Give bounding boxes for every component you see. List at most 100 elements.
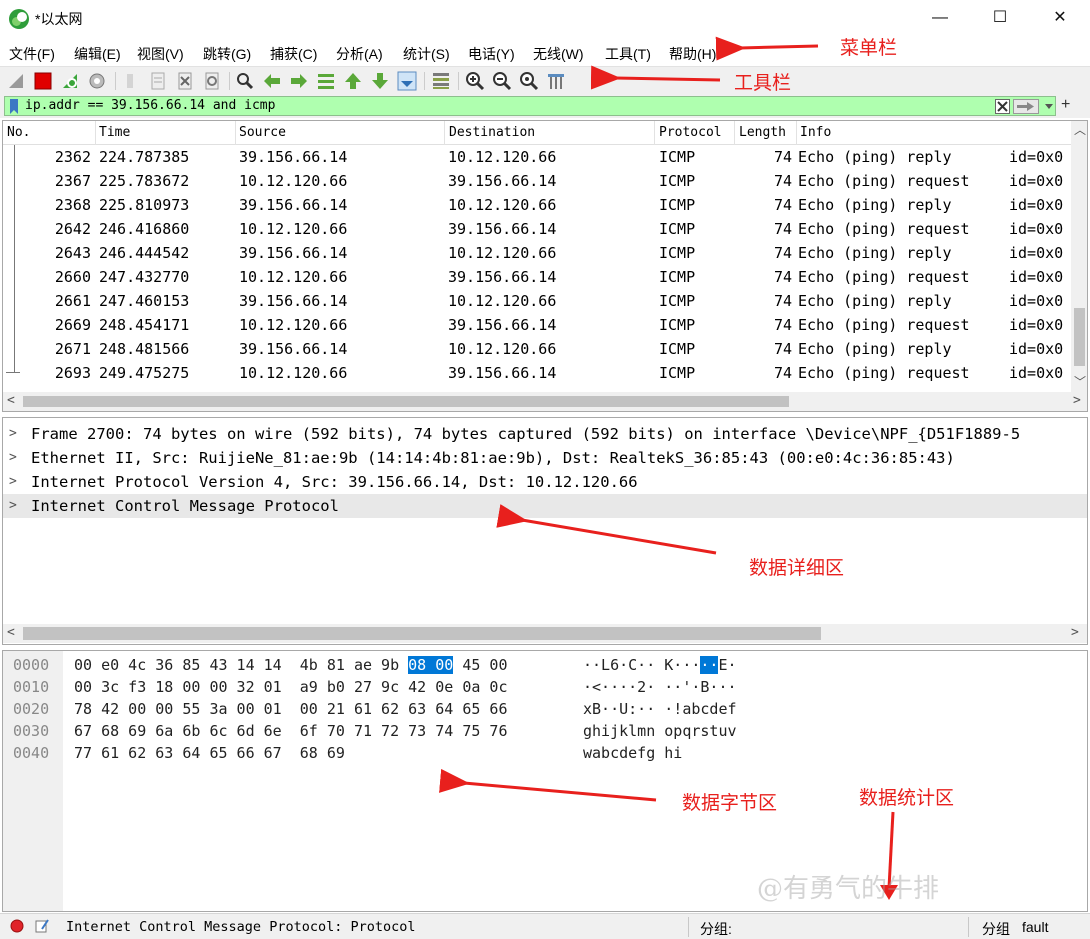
col-header-no[interactable]: No.: [7, 125, 30, 140]
table-row[interactable]: 2661 247.460153 39.156.66.14 10.12.120.66 IC…: [3, 289, 1071, 313]
col-header-protocol[interactable]: Protocol: [659, 125, 722, 140]
table-row[interactable]: 2367 225.783672 10.12.120.66 39.156.66.14 IC…: [3, 169, 1071, 193]
detail-row-frame[interactable]: > Frame 2700: 74 bytes on wire (592 bits…: [3, 422, 1087, 446]
ascii-bytes[interactable]: ··L6·C·· K···: [583, 656, 700, 674]
detail-row-ethernet[interactable]: > Ethernet II, Src: RuijieNe_81:ae:9b (1…: [3, 446, 1087, 470]
hex-bytes[interactable]: 77 61 62 63 64 65 66 67 68 69: [74, 744, 345, 762]
add-filter-button-icon[interactable]: +: [1061, 96, 1070, 114]
vscroll-thumb[interactable]: [1074, 308, 1085, 366]
details-hscrollbar[interactable]: < >: [3, 624, 1087, 643]
table-row[interactable]: 2643 246.444542 39.156.66.14 10.12.120.66 IC…: [3, 241, 1071, 265]
byte-ascii[interactable]: wabcdefg hi: [583, 744, 682, 762]
table-row[interactable]: 2693 249.475275 10.12.120.66 39.156.66.14 IC…: [3, 361, 1071, 385]
zoom-out-icon[interactable]: [492, 71, 512, 91]
stop-capture-icon[interactable]: [33, 71, 53, 91]
minimize-button[interactable]: —: [917, 4, 963, 32]
bookmark-icon[interactable]: [9, 99, 19, 114]
hex-bytes[interactable]: 78 42 00 00 55 3a 00 01 00 21 61 62 63 6…: [74, 700, 507, 718]
restart-capture-icon[interactable]: [60, 71, 80, 91]
byte-ascii[interactable]: xB··U:·· ·!abcdef: [583, 700, 737, 718]
table-row[interactable]: 2671 248.481566 39.156.66.14 10.12.120.66 IC…: [3, 337, 1071, 361]
menu-wireless[interactable]: 无线(W): [533, 44, 584, 64]
scroll-right-icon[interactable]: >: [1073, 393, 1081, 408]
reload-file-icon[interactable]: [202, 71, 222, 91]
packet-list-vscrollbar[interactable]: ︿ ﹀: [1071, 121, 1087, 392]
go-back-icon[interactable]: [262, 71, 282, 91]
hex-bytes[interactable]: 67 68 69 6a 6b 6c 6d 6e 6f 70 71 72 73 7…: [74, 722, 507, 740]
table-row[interactable]: 2362 224.787385 39.156.66.14 10.12.120.66 IC…: [3, 145, 1071, 169]
go-forward-icon[interactable]: [289, 71, 309, 91]
ascii-bytes[interactable]: xB··U:·· ·!abcdef: [583, 700, 737, 718]
close-file-icon[interactable]: [175, 71, 195, 91]
table-row[interactable]: 2669 248.454171 10.12.120.66 39.156.66.14 IC…: [3, 313, 1071, 337]
byte-ascii[interactable]: ghijklmn opqrstuv: [583, 722, 737, 740]
clear-filter-icon[interactable]: [995, 99, 1010, 114]
hex-bytes[interactable]: 00 e0 4c 36 85 43 14 14 4b 81 ae 9b: [74, 656, 408, 674]
display-filter-input[interactable]: ip.addr == 39.156.66.14 and icmp: [4, 96, 1056, 116]
scroll-right-icon[interactable]: >: [1071, 625, 1079, 640]
selected-hex-bytes[interactable]: 08 00: [408, 656, 454, 674]
byte-hex[interactable]: 67 68 69 6a 6b 6c 6d 6e 6f 70 71 72 73 7…: [74, 722, 507, 740]
expand-arrow-icon[interactable]: >: [9, 426, 17, 441]
hex-bytes[interactable]: 45 00: [453, 656, 507, 674]
col-header-destination[interactable]: Destination: [449, 125, 535, 140]
ascii-bytes[interactable]: ghijklmn opqrstuv: [583, 722, 737, 740]
profile-value[interactable]: fault: [1022, 919, 1048, 935]
go-first-icon[interactable]: [343, 71, 363, 91]
go-last-icon[interactable]: [370, 71, 390, 91]
capture-options-icon[interactable]: [87, 71, 107, 91]
expand-arrow-icon[interactable]: >: [9, 474, 17, 489]
scroll-down-icon[interactable]: ﹀: [1074, 373, 1086, 390]
open-file-icon[interactable]: [121, 71, 141, 91]
capture-comment-icon[interactable]: [34, 918, 50, 934]
menu-tools[interactable]: 工具(T): [605, 44, 651, 64]
detail-row-ipv4[interactable]: > Internet Protocol Version 4, Src: 39.1…: [3, 470, 1087, 494]
scroll-up-icon[interactable]: ︿: [1074, 121, 1086, 138]
selected-ascii-bytes[interactable]: ··: [700, 656, 719, 674]
ascii-bytes[interactable]: wabcdefg hi: [583, 744, 682, 762]
menu-file[interactable]: 文件(F): [9, 44, 55, 64]
expert-info-icon[interactable]: [10, 919, 24, 933]
menu-go[interactable]: 跳转(G): [203, 44, 251, 64]
col-header-time[interactable]: Time: [99, 125, 130, 140]
go-to-packet-icon[interactable]: [316, 71, 336, 91]
menu-telephony[interactable]: 电话(Y): [468, 44, 515, 64]
menu-edit[interactable]: 编辑(E): [74, 44, 121, 64]
expand-arrow-icon[interactable]: >: [9, 498, 17, 513]
find-packet-icon[interactable]: [235, 71, 255, 91]
colorize-icon[interactable]: [431, 71, 451, 91]
filter-history-dropdown-icon[interactable]: [1043, 100, 1055, 112]
menu-capture[interactable]: 捕获(C): [270, 44, 317, 64]
menu-statistics[interactable]: 统计(S): [403, 44, 450, 64]
shark-fin-start-icon[interactable]: [6, 71, 26, 91]
byte-hex[interactable]: 78 42 00 00 55 3a 00 01 00 21 61 62 63 6…: [74, 700, 507, 718]
zoom-in-icon[interactable]: [465, 71, 485, 91]
byte-hex[interactable]: 00 e0 4c 36 85 43 14 14 4b 81 ae 9b 08 0…: [74, 656, 507, 674]
auto-scroll-icon[interactable]: [397, 71, 417, 91]
hscroll-thumb[interactable]: [23, 396, 789, 407]
col-header-info[interactable]: Info: [800, 125, 831, 140]
scroll-left-icon[interactable]: <: [7, 393, 15, 408]
maximize-button[interactable]: ☐: [977, 4, 1023, 32]
ascii-bytes[interactable]: ·<····2· ··'·B···: [583, 678, 737, 696]
byte-ascii[interactable]: ·<····2· ··'·B···: [583, 678, 737, 696]
hscroll-thumb[interactable]: [23, 627, 821, 640]
normal-size-icon[interactable]: [519, 71, 539, 91]
col-header-source[interactable]: Source: [239, 125, 286, 140]
close-button[interactable]: ✕: [1037, 4, 1083, 32]
packet-list-hscrollbar[interactable]: < >: [3, 392, 1087, 411]
col-header-length[interactable]: Length: [739, 125, 786, 140]
menu-view[interactable]: 视图(V): [137, 44, 184, 64]
byte-ascii[interactable]: ··L6·C·· K·····E·: [583, 656, 737, 674]
detail-row-icmp[interactable]: > Internet Control Message Protocol: [3, 494, 1087, 518]
table-row[interactable]: 2660 247.432770 10.12.120.66 39.156.66.14 IC…: [3, 265, 1071, 289]
table-row[interactable]: 2368 225.810973 39.156.66.14 10.12.120.66 IC…: [3, 193, 1071, 217]
scroll-left-icon[interactable]: <: [7, 625, 15, 640]
byte-hex[interactable]: 77 61 62 63 64 65 66 67 68 69: [74, 744, 345, 762]
byte-hex[interactable]: 00 3c f3 18 00 00 32 01 a9 b0 27 9c 42 0…: [74, 678, 507, 696]
menu-help[interactable]: 帮助(H): [669, 44, 716, 64]
save-file-icon[interactable]: [148, 71, 168, 91]
apply-filter-icon[interactable]: [1013, 99, 1039, 114]
hex-bytes[interactable]: 00 3c f3 18 00 00 32 01 a9 b0 27 9c 42 0…: [74, 678, 507, 696]
ascii-bytes[interactable]: E·: [718, 656, 736, 674]
